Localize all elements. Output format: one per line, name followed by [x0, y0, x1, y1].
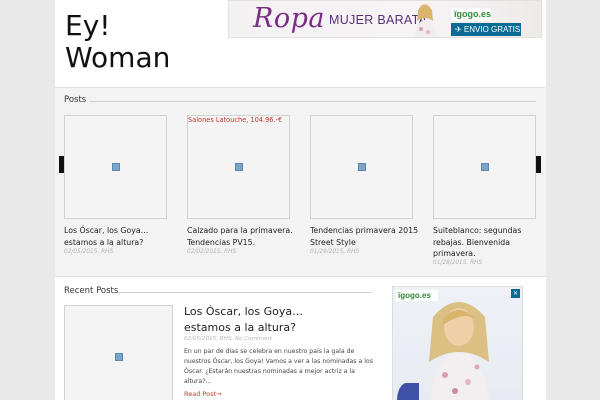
recent-post-title[interactable]: Los Óscar, los Goya… estamos a la altura…: [184, 304, 344, 336]
sidebar-ad-model-image: [397, 302, 489, 400]
post-thumbnail[interactable]: [64, 115, 167, 219]
broken-image-icon: [112, 163, 120, 171]
recent-posts-section: Recent Posts Los Óscar, los Goya… estamo…: [55, 280, 546, 400]
post-title[interactable]: Suiteblanco: segundas rebajas. Bienvenid…: [433, 225, 533, 260]
post-thumbnail[interactable]: Salones Latouche, 104.96.-€: [187, 115, 290, 219]
post-thumbnail[interactable]: [433, 115, 536, 219]
post-thumbnail[interactable]: [310, 115, 413, 219]
read-post-link[interactable]: Read Post→: [184, 390, 221, 398]
posts-carousel: Posts ← → Los Óscar, los Goya… estamos a…: [55, 87, 546, 277]
banner-logo: ïgogo.es: [451, 8, 491, 21]
posts-heading: Posts: [64, 95, 87, 105]
recent-post-excerpt: En un par de días se celebra en nuestro …: [184, 348, 373, 385]
banner-model-image: [414, 4, 436, 37]
broken-image-icon: [235, 163, 243, 171]
post-meta: 02/05/2015, RHS: [64, 249, 114, 255]
header-ad-banner[interactable]: Ropa MUJER BARATA ïgogo.es ✈ ENVIO GRATI…: [228, 0, 542, 38]
broken-image-icon: [358, 163, 366, 171]
product-price-label[interactable]: Salones Latouche, 104.96.-€: [188, 116, 282, 124]
ad-close-icon[interactable]: ✕: [511, 289, 520, 298]
post-meta: 02/02/2015, RHS: [187, 249, 237, 255]
recent-post-meta: 02/05/2015, RHS, No Comment: [184, 336, 272, 342]
post-title[interactable]: Los Óscar, los Goya… estamos a la altura…: [64, 225, 180, 248]
site-title-line-1[interactable]: Ey!: [65, 10, 170, 42]
recent-post-thumbnail[interactable]: [64, 305, 173, 400]
sidebar-ad-logo: ïgogo.es: [396, 290, 438, 301]
posts-divider: [89, 101, 536, 102]
post-title[interactable]: Tendencias primavera 2015 Street Style: [310, 225, 426, 248]
banner-headline: Ropa: [253, 3, 325, 34]
recent-posts-heading: Recent Posts: [64, 286, 119, 296]
page: Ey! Woman Ropa MUJER BARATA ïgogo.es ✈ E…: [55, 0, 546, 400]
post-meta: 01/29/2015, RHS: [310, 249, 360, 255]
broken-image-icon: [115, 353, 123, 361]
sidebar-ad[interactable]: ïgogo.es ✕: [392, 286, 523, 400]
banner-shipping-badge: ✈ ENVIO GRATIS: [451, 23, 521, 36]
recent-posts-divider: [118, 292, 372, 293]
site-title-line-2[interactable]: Woman: [65, 42, 170, 74]
post-title[interactable]: Calzado para la primavera. Tendencias PV…: [187, 225, 303, 248]
broken-image-icon: [481, 163, 489, 171]
site-title[interactable]: Ey! Woman: [65, 10, 170, 74]
post-meta: 01/28/2015, RHS: [433, 260, 483, 266]
